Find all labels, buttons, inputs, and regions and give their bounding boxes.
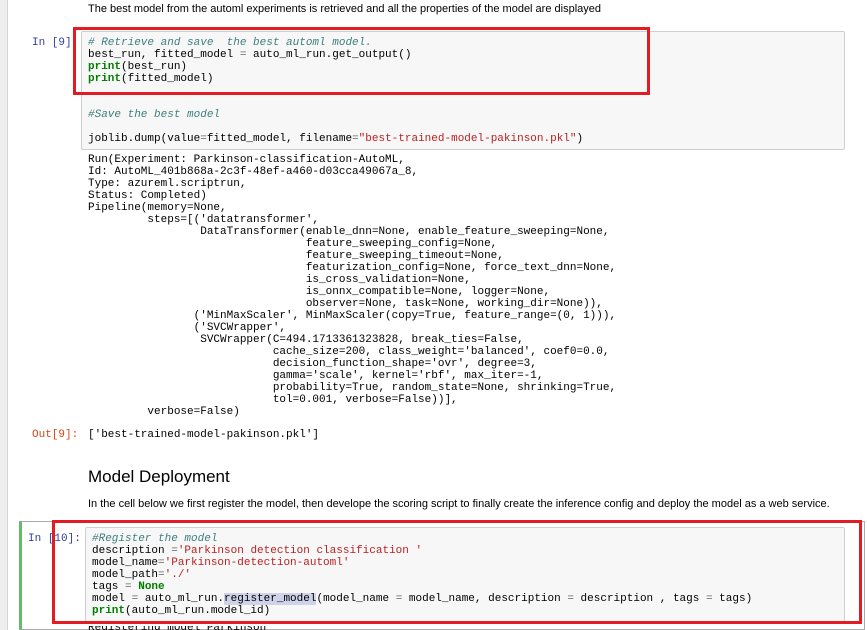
- cell10-code-token: tags): [712, 593, 753, 605]
- cell10-code-token: =: [705, 593, 713, 605]
- cell9-code-token: print: [88, 73, 122, 85]
- cell10-code-line: tags = None: [92, 581, 165, 593]
- cell10-code-line: model = auto_ml_run.register_model(model…: [92, 593, 752, 605]
- cell9-code-token: auto_ml_run.get_output(): [246, 49, 412, 61]
- cell9-code-token: (fitted_model): [121, 73, 214, 85]
- cell9-code-token: (best_run): [121, 61, 188, 73]
- cell9-code-token: print: [88, 61, 122, 73]
- cell9-code-editor[interactable]: # Retrieve and save the best automl mode…: [81, 31, 845, 150]
- cell9-stdout: Run(Experiment: Parkinson-classification…: [88, 154, 617, 418]
- cell9-code-token: #Save the best model: [88, 109, 221, 121]
- cell10-in-prompt: In [10]:: [28, 533, 81, 545]
- cell10-code-editor[interactable]: #Register the model description ='Parkin…: [85, 527, 845, 622]
- cell10-code-token: None: [138, 581, 165, 593]
- cell10-code-token: register_model: [224, 593, 317, 605]
- cell10-code-token: model: [92, 593, 132, 605]
- cell10-code-token: #Register the model: [92, 533, 218, 545]
- cell9-code-line: best_run, fitted_model = auto_ml_run.get…: [88, 49, 411, 61]
- cell10-code-token: './': [164, 569, 192, 581]
- cell9-code-token: fitted_model, filename: [206, 133, 353, 145]
- cell10-code-token: (model_name: [316, 593, 396, 605]
- cell9-out-prompt: Out[9]:: [32, 429, 79, 441]
- section-heading: Model Deployment: [88, 467, 230, 486]
- cell9-code-token: =: [352, 133, 359, 145]
- cell10-code-token: 'Parkinson detection classification ': [177, 545, 423, 557]
- cell10-code-line: model_name='Parkinson-detection-automl': [92, 557, 349, 569]
- cell10-code-token: description , tags: [573, 593, 706, 605]
- cell9-in-prompt: In [9]:: [32, 37, 79, 49]
- cell10-output-partial: Registering model Parkinson: [88, 626, 266, 630]
- cell10-code-token: =: [158, 569, 165, 581]
- cell10-code-token: tags: [92, 581, 126, 593]
- cell10-code-token: =: [125, 581, 132, 593]
- cell9-code-token: # Retrieve and save the best automl mode…: [88, 37, 372, 49]
- cell10-code-token: (auto_ml_run.model_id): [125, 605, 271, 617]
- cell9-code-token: "best-trained-model-pakinson.pkl": [358, 133, 577, 145]
- cell9-code-token: ): [576, 133, 584, 145]
- section-markdown: In the cell below we first register the …: [88, 498, 830, 510]
- intro-markdown: The best model from the automl experimen…: [88, 3, 601, 15]
- cell9-code-line: joblib.dump(value=fitted_model, filename…: [88, 133, 583, 145]
- cell9-code-token: =: [200, 133, 207, 145]
- cell10-code-token: model_name: [92, 557, 159, 569]
- cell10-code-token: auto_ml_run.: [138, 593, 225, 605]
- cell9-code-token: best_run, fitted_model: [88, 49, 240, 61]
- cell10-code-token: model_path: [92, 569, 159, 581]
- cell10-code-token: =: [158, 557, 165, 569]
- cell9-code-token: joblib.dump(value: [88, 133, 201, 145]
- cell10-code-token: 'Parkinson-detection-automl': [164, 557, 350, 569]
- cell10-code-line: model_path='./': [92, 569, 191, 581]
- cell10-code-token: =: [567, 593, 574, 605]
- cell9-code-line: # Retrieve and save the best automl mode…: [88, 37, 372, 49]
- cell10-code-line: description ='Parkinson detection classi…: [92, 545, 422, 557]
- cell10-code-line: print(auto_ml_run.model_id): [92, 605, 270, 617]
- cell10-code-token: description: [92, 545, 172, 557]
- cell10-code-line: #Register the model: [92, 533, 217, 545]
- cell9-code-line: print(best_run): [88, 61, 187, 73]
- cell10-code-token: model_name, description: [402, 593, 568, 605]
- cell10-code-text[interactable]: #Register the model description ='Parkin…: [92, 533, 752, 617]
- cell10-code-token: =: [171, 545, 178, 557]
- cell9-out-value: ['best-trained-model-pakinson.pkl']: [88, 429, 320, 441]
- cell9-code-text[interactable]: # Retrieve and save the best automl mode…: [88, 37, 583, 145]
- cell9-code-line: #Save the best model: [88, 109, 220, 121]
- cell9-code-line: print(fitted_model): [88, 73, 213, 85]
- cell10-code-token: print: [92, 605, 126, 617]
